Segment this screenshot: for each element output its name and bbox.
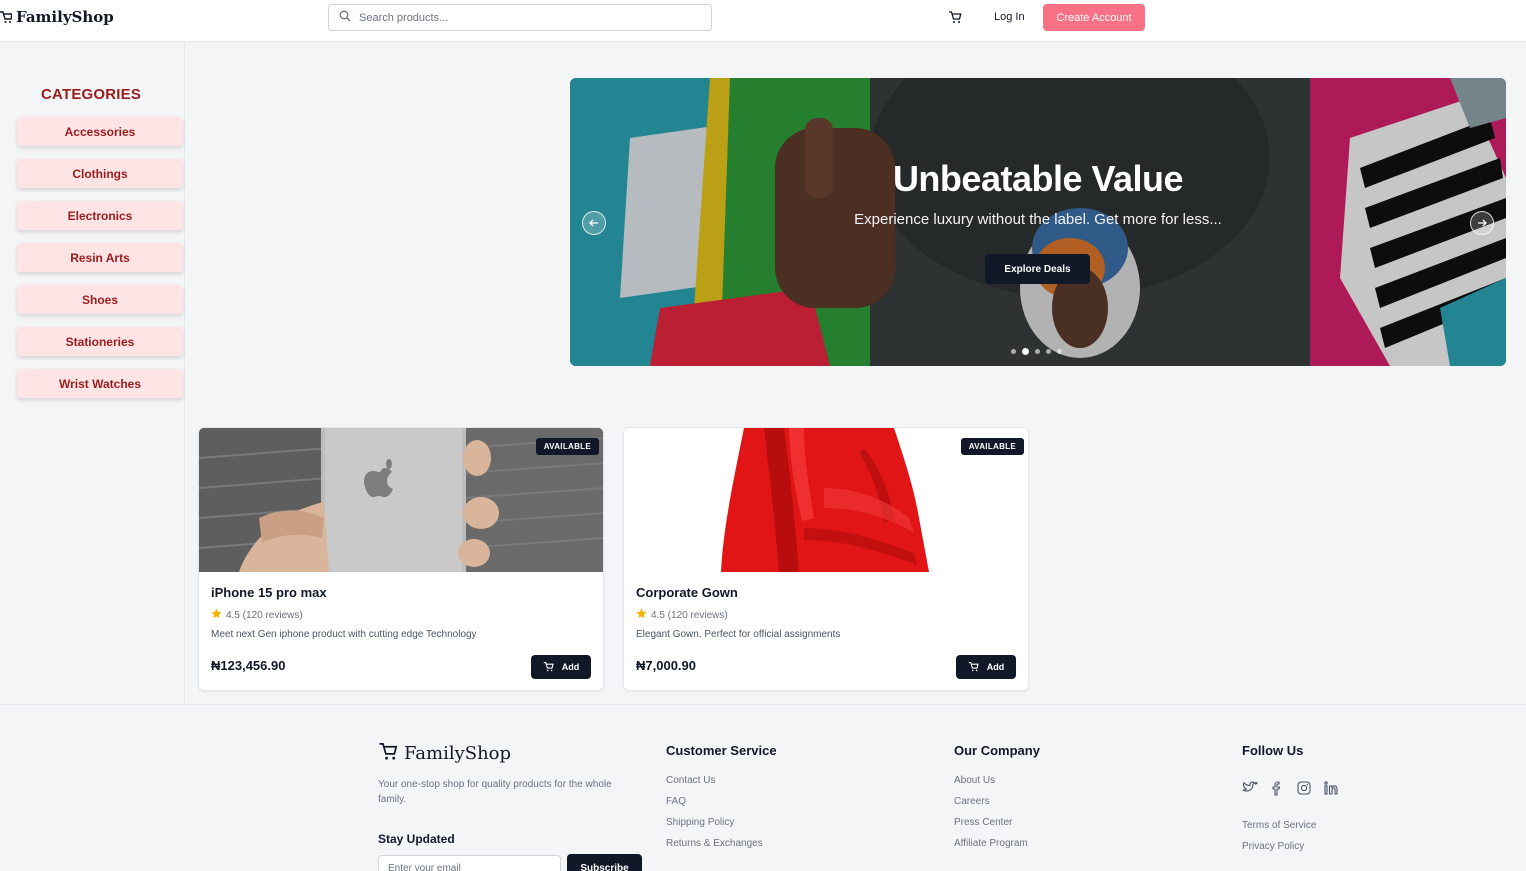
cart-button[interactable]	[948, 10, 962, 29]
arrow-right-icon	[1478, 219, 1487, 227]
next-slide-button[interactable]	[1470, 211, 1494, 235]
product-image: AVAILABLE	[199, 428, 603, 572]
carousel-dot[interactable]	[1035, 349, 1040, 354]
site-footer: FamilyShop Your one-stop shop for qualit…	[0, 704, 1526, 871]
categories-heading: CATEGORIES	[41, 86, 142, 103]
category-shoes[interactable]: Shoes	[17, 285, 183, 314]
newsletter-heading: Stay Updated	[378, 832, 455, 846]
cart-icon	[949, 11, 962, 23]
add-label: Add	[986, 662, 1005, 672]
product-rating: 4.5 (120 reviews)	[636, 608, 728, 622]
product-card[interactable]: AVAILABLE iPhone 15 pro max 4.5 (120 rev…	[198, 427, 604, 691]
search-input[interactable]	[359, 11, 689, 24]
footer-description: Your one-stop shop for quality products …	[378, 779, 612, 805]
category-wrist-watches[interactable]: Wrist Watches	[17, 369, 183, 398]
explore-deals-button[interactable]: Explore Deals	[985, 254, 1090, 284]
hero-carousel: Unbeatable Value Experience luxury witho…	[570, 78, 1506, 366]
cart-icon	[0, 10, 12, 24]
site-header: FamilyShop Log In Create Account	[0, 0, 1526, 42]
footer-link-shipping-policy[interactable]: Shipping Policy	[666, 817, 734, 828]
subscribe-button[interactable]: Subscribe	[567, 854, 642, 871]
category-clothings[interactable]: Clothings	[17, 159, 183, 188]
product-card[interactable]: AVAILABLE Corporate Gown 4.5 (120 review…	[623, 427, 1029, 691]
footer-link-returns[interactable]: Returns & Exchanges	[666, 838, 763, 849]
carousel-dot[interactable]	[1057, 349, 1062, 354]
arrow-left-icon	[589, 219, 598, 227]
carousel-dot[interactable]	[1011, 349, 1016, 354]
linkedin-icon[interactable]	[1323, 780, 1339, 796]
product-price: ₦7,000.90	[636, 658, 696, 673]
footer-link-faq[interactable]: FAQ	[666, 796, 686, 807]
footer-link-contact-us[interactable]: Contact Us	[666, 775, 715, 786]
create-account-button[interactable]: Create Account	[1043, 4, 1145, 31]
footer-logo[interactable]: FamilyShop	[378, 741, 511, 766]
product-name[interactable]: iPhone 15 pro max	[211, 585, 327, 600]
availability-badge: AVAILABLE	[960, 438, 1024, 455]
add-to-cart-button[interactable]: Add	[531, 655, 591, 679]
footer-link-about-us[interactable]: About Us	[954, 775, 995, 786]
rating-text: 4.5 (120 reviews)	[651, 609, 728, 621]
footer-logo-text: FamilyShop	[404, 743, 512, 764]
search-icon	[339, 9, 351, 27]
product-image: AVAILABLE	[624, 428, 1028, 572]
social-links	[1242, 780, 1339, 796]
follow-us-heading: Follow Us	[1242, 743, 1304, 758]
add-to-cart-button[interactable]: Add	[956, 655, 1016, 679]
carousel-indicators	[1011, 348, 1062, 355]
category-sidebar: CATEGORIES Accessories Clothings Electro…	[0, 42, 185, 704]
availability-badge: AVAILABLE	[535, 438, 599, 455]
logo-text: FamilyShop	[16, 8, 114, 26]
footer-link-terms[interactable]: Terms of Service	[1242, 820, 1316, 831]
footer-link-press-center[interactable]: Press Center	[954, 817, 1012, 828]
product-price: ₦123,456.90	[211, 658, 286, 673]
product-description: Elegant Gown. Perfect for official assig…	[636, 629, 841, 640]
cart-icon	[378, 741, 398, 766]
category-electronics[interactable]: Electronics	[17, 201, 183, 230]
hero-subtitle: Experience luxury without the label. Get…	[854, 211, 1222, 228]
cart-icon	[543, 661, 554, 674]
category-resin-arts[interactable]: Resin Arts	[17, 243, 183, 272]
carousel-dot[interactable]	[1046, 349, 1051, 354]
product-name[interactable]: Corporate Gown	[636, 585, 738, 600]
rating-text: 4.5 (120 reviews)	[226, 609, 303, 621]
footer-link-privacy[interactable]: Privacy Policy	[1242, 841, 1304, 852]
product-description: Meet next Gen iphone product with cuttin…	[211, 629, 477, 640]
twitter-icon[interactable]	[1242, 780, 1258, 796]
prev-slide-button[interactable]	[582, 211, 606, 235]
search-bar[interactable]	[328, 4, 712, 31]
product-rating: 4.5 (120 reviews)	[211, 608, 303, 622]
instagram-icon[interactable]	[1296, 780, 1312, 796]
newsletter-email-input[interactable]	[378, 855, 561, 871]
our-company-heading: Our Company	[954, 743, 1040, 758]
facebook-icon[interactable]	[1269, 780, 1285, 796]
logo[interactable]: FamilyShop	[0, 8, 114, 26]
hero-title: Unbeatable Value	[892, 158, 1184, 199]
category-stationeries[interactable]: Stationeries	[17, 327, 183, 356]
star-icon	[636, 608, 647, 622]
footer-link-careers[interactable]: Careers	[954, 796, 990, 807]
customer-service-heading: Customer Service	[666, 743, 777, 758]
add-label: Add	[561, 662, 580, 672]
footer-link-affiliate-program[interactable]: Affiliate Program	[954, 838, 1028, 849]
carousel-dot-active[interactable]	[1022, 348, 1029, 355]
category-accessories[interactable]: Accessories	[17, 117, 183, 146]
cart-icon	[968, 661, 979, 674]
login-link[interactable]: Log In	[994, 11, 1025, 23]
star-icon	[211, 608, 222, 622]
